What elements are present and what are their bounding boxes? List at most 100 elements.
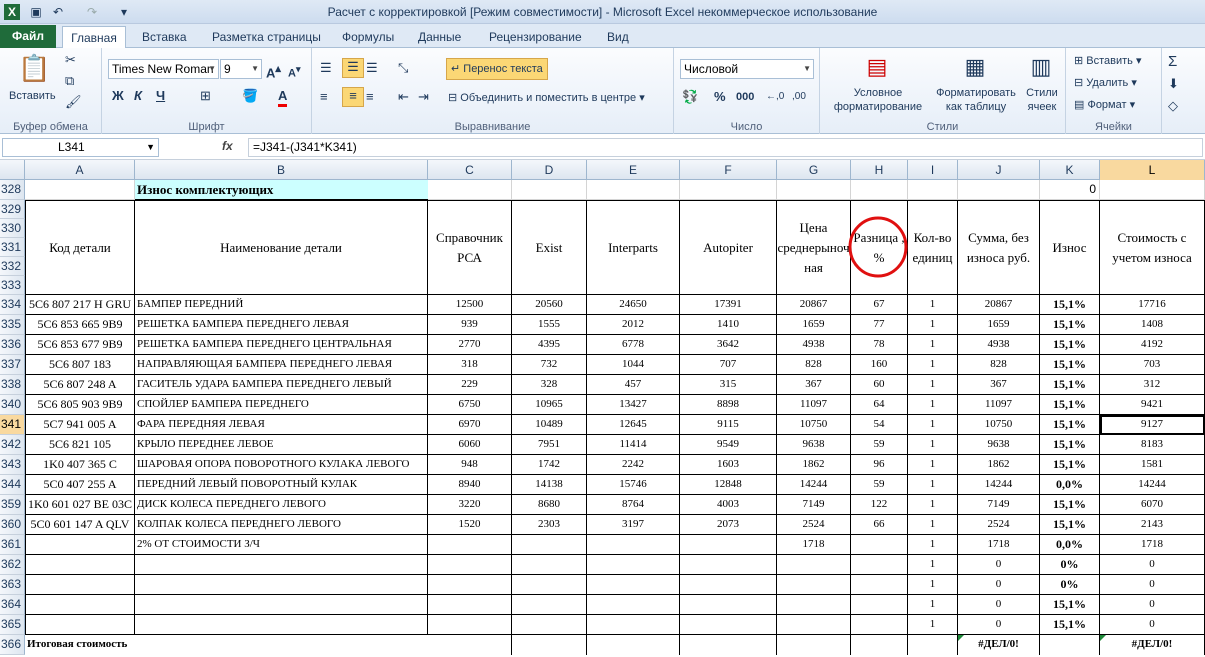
total-cell-i[interactable] [908, 635, 958, 655]
row-header[interactable]: 328 [0, 180, 25, 200]
cell-d[interactable]: 4395 [512, 335, 587, 355]
header-cell-g[interactable]: Цена среднерыночная [777, 200, 851, 295]
cell-j[interactable]: 10750 [958, 415, 1040, 435]
cell-f[interactable]: 3642 [680, 335, 777, 355]
clear-icon[interactable]: ◇ [1168, 98, 1178, 114]
cell-l[interactable]: 312 [1100, 375, 1205, 395]
cell-k[interactable]: 15,1% [1040, 435, 1100, 455]
cell-i[interactable]: 1 [908, 435, 958, 455]
align-left-icon[interactable]: ≡ [320, 89, 328, 105]
cell-d[interactable]: 328 [512, 375, 587, 395]
cell-j[interactable]: 0 [958, 595, 1040, 615]
cell-b[interactable]: РЕШЕТКА БАМПЕРА ПЕРЕДНЕГО ЦЕНТРАЛЬНАЯ [135, 335, 428, 355]
cell-h[interactable]: 67 [851, 295, 908, 315]
row-header[interactable]: 364 [0, 595, 25, 615]
cell-a[interactable]: 5C7 941 005 A [25, 415, 135, 435]
cell-d[interactable] [512, 615, 587, 635]
format-as-table-icon[interactable]: ▦ [960, 52, 990, 82]
cell-h[interactable]: 122 [851, 495, 908, 515]
cell-d[interactable]: 732 [512, 355, 587, 375]
tab-formulas[interactable]: Формулы [342, 27, 394, 48]
cell-g[interactable]: 11097 [777, 395, 851, 415]
cell-f[interactable]: 8898 [680, 395, 777, 415]
cell-g[interactable]: 14244 [777, 475, 851, 495]
cell-f[interactable]: 1410 [680, 315, 777, 335]
cell-h[interactable]: 60 [851, 375, 908, 395]
cell-c[interactable]: 6060 [428, 435, 512, 455]
cell-e[interactable] [587, 535, 680, 555]
cell-e[interactable] [587, 615, 680, 635]
font-name-combo[interactable]: Times New Roman ▼ [108, 59, 219, 79]
cell-g[interactable]: 367 [777, 375, 851, 395]
cell-styles-button[interactable]: Стили ячеек [1020, 86, 1064, 114]
format-cells-button[interactable]: ▤ Формат ▾ [1074, 98, 1135, 112]
cell-a[interactable]: 5C6 805 903 9B9 [25, 395, 135, 415]
number-format-combo[interactable]: Числовой ▼ [680, 59, 814, 79]
cell-l[interactable]: 4192 [1100, 335, 1205, 355]
cell-i[interactable]: 1 [908, 555, 958, 575]
cell-i[interactable]: 1 [908, 595, 958, 615]
cell-k[interactable]: 0,0% [1040, 535, 1100, 555]
cell-j[interactable]: 0 [958, 575, 1040, 595]
row-header[interactable]: 363 [0, 575, 25, 595]
cell-k[interactable]: 15,1% [1040, 515, 1100, 535]
cell-c[interactable]: 1520 [428, 515, 512, 535]
row-header[interactable]: 366 [0, 635, 25, 655]
cell-a[interactable]: 5C0 601 147 A QLV [25, 515, 135, 535]
header-cell-b[interactable]: Наименование детали [135, 200, 428, 295]
cell-d[interactable]: 10965 [512, 395, 587, 415]
cell-f[interactable] [680, 555, 777, 575]
cell-j[interactable]: 14244 [958, 475, 1040, 495]
cell-l[interactable]: 0 [1100, 555, 1205, 575]
cell-g[interactable]: 828 [777, 355, 851, 375]
cell-k[interactable]: 15,1% [1040, 355, 1100, 375]
cell-h[interactable]: 77 [851, 315, 908, 335]
cell-h[interactable]: 96 [851, 455, 908, 475]
total-cell-d[interactable] [512, 635, 587, 655]
cell-f[interactable]: 17391 [680, 295, 777, 315]
cell-a[interactable]: 5C0 407 255 A [25, 475, 135, 495]
column-header-c[interactable]: C [428, 160, 512, 180]
tab-file[interactable]: Файл [0, 25, 56, 48]
column-header-e[interactable]: E [587, 160, 680, 180]
cell-l[interactable]: 8183 [1100, 435, 1205, 455]
cell-i[interactable]: 1 [908, 355, 958, 375]
cell-g[interactable]: 1862 [777, 455, 851, 475]
cell-i[interactable]: 1 [908, 395, 958, 415]
cell-b[interactable]: РЕШЕТКА БАМПЕРА ПЕРЕДНЕГО ЛЕВАЯ [135, 315, 428, 335]
tab-home[interactable]: Главная [62, 26, 126, 49]
delete-cells-button[interactable]: ⊟ Удалить ▾ [1074, 76, 1137, 90]
cell-j[interactable]: 20867 [958, 295, 1040, 315]
cell-b[interactable]: ПЕРЕДНИЙ ЛЕВЫЙ ПОВОРОТНЫЙ КУЛАК [135, 475, 428, 495]
cell-g[interactable]: 1659 [777, 315, 851, 335]
column-header-g[interactable]: G [777, 160, 851, 180]
tab-insert[interactable]: Вставка [142, 27, 187, 48]
cell-e[interactable] [587, 575, 680, 595]
row-header[interactable]: 338 [0, 375, 25, 395]
header-cell-c[interactable]: Справочник РСА [428, 200, 512, 295]
cell-a[interactable]: 1K0 601 027 BE 03C [25, 495, 135, 515]
paste-button[interactable]: Вставить [9, 89, 56, 103]
row-header[interactable]: 334 [0, 295, 25, 315]
cell-c[interactable]: 939 [428, 315, 512, 335]
cell-j[interactable]: 367 [958, 375, 1040, 395]
cell-l[interactable]: 2143 [1100, 515, 1205, 535]
cell-l[interactable]: 9127 [1100, 415, 1205, 435]
cell-c[interactable] [428, 555, 512, 575]
copy-icon[interactable]: ⧉ [65, 73, 74, 89]
cell-h[interactable]: 54 [851, 415, 908, 435]
row-header[interactable]: 359 [0, 495, 25, 515]
cell-h[interactable] [851, 575, 908, 595]
cell-g[interactable] [777, 575, 851, 595]
borders-icon[interactable]: ⊞ [200, 88, 211, 104]
row-header[interactable]: 361 [0, 535, 25, 555]
cell-i[interactable]: 1 [908, 315, 958, 335]
cell-k328[interactable]: 0 [1040, 180, 1100, 200]
total-label[interactable]: Итоговая стоимость [25, 635, 428, 655]
row-header[interactable]: 362 [0, 555, 25, 575]
cell-e[interactable]: 8764 [587, 495, 680, 515]
cell-i[interactable]: 1 [908, 335, 958, 355]
cell-b[interactable] [135, 615, 428, 635]
cell-e[interactable]: 11414 [587, 435, 680, 455]
wrap-text-button[interactable]: ↵ Перенос текста [446, 58, 548, 80]
